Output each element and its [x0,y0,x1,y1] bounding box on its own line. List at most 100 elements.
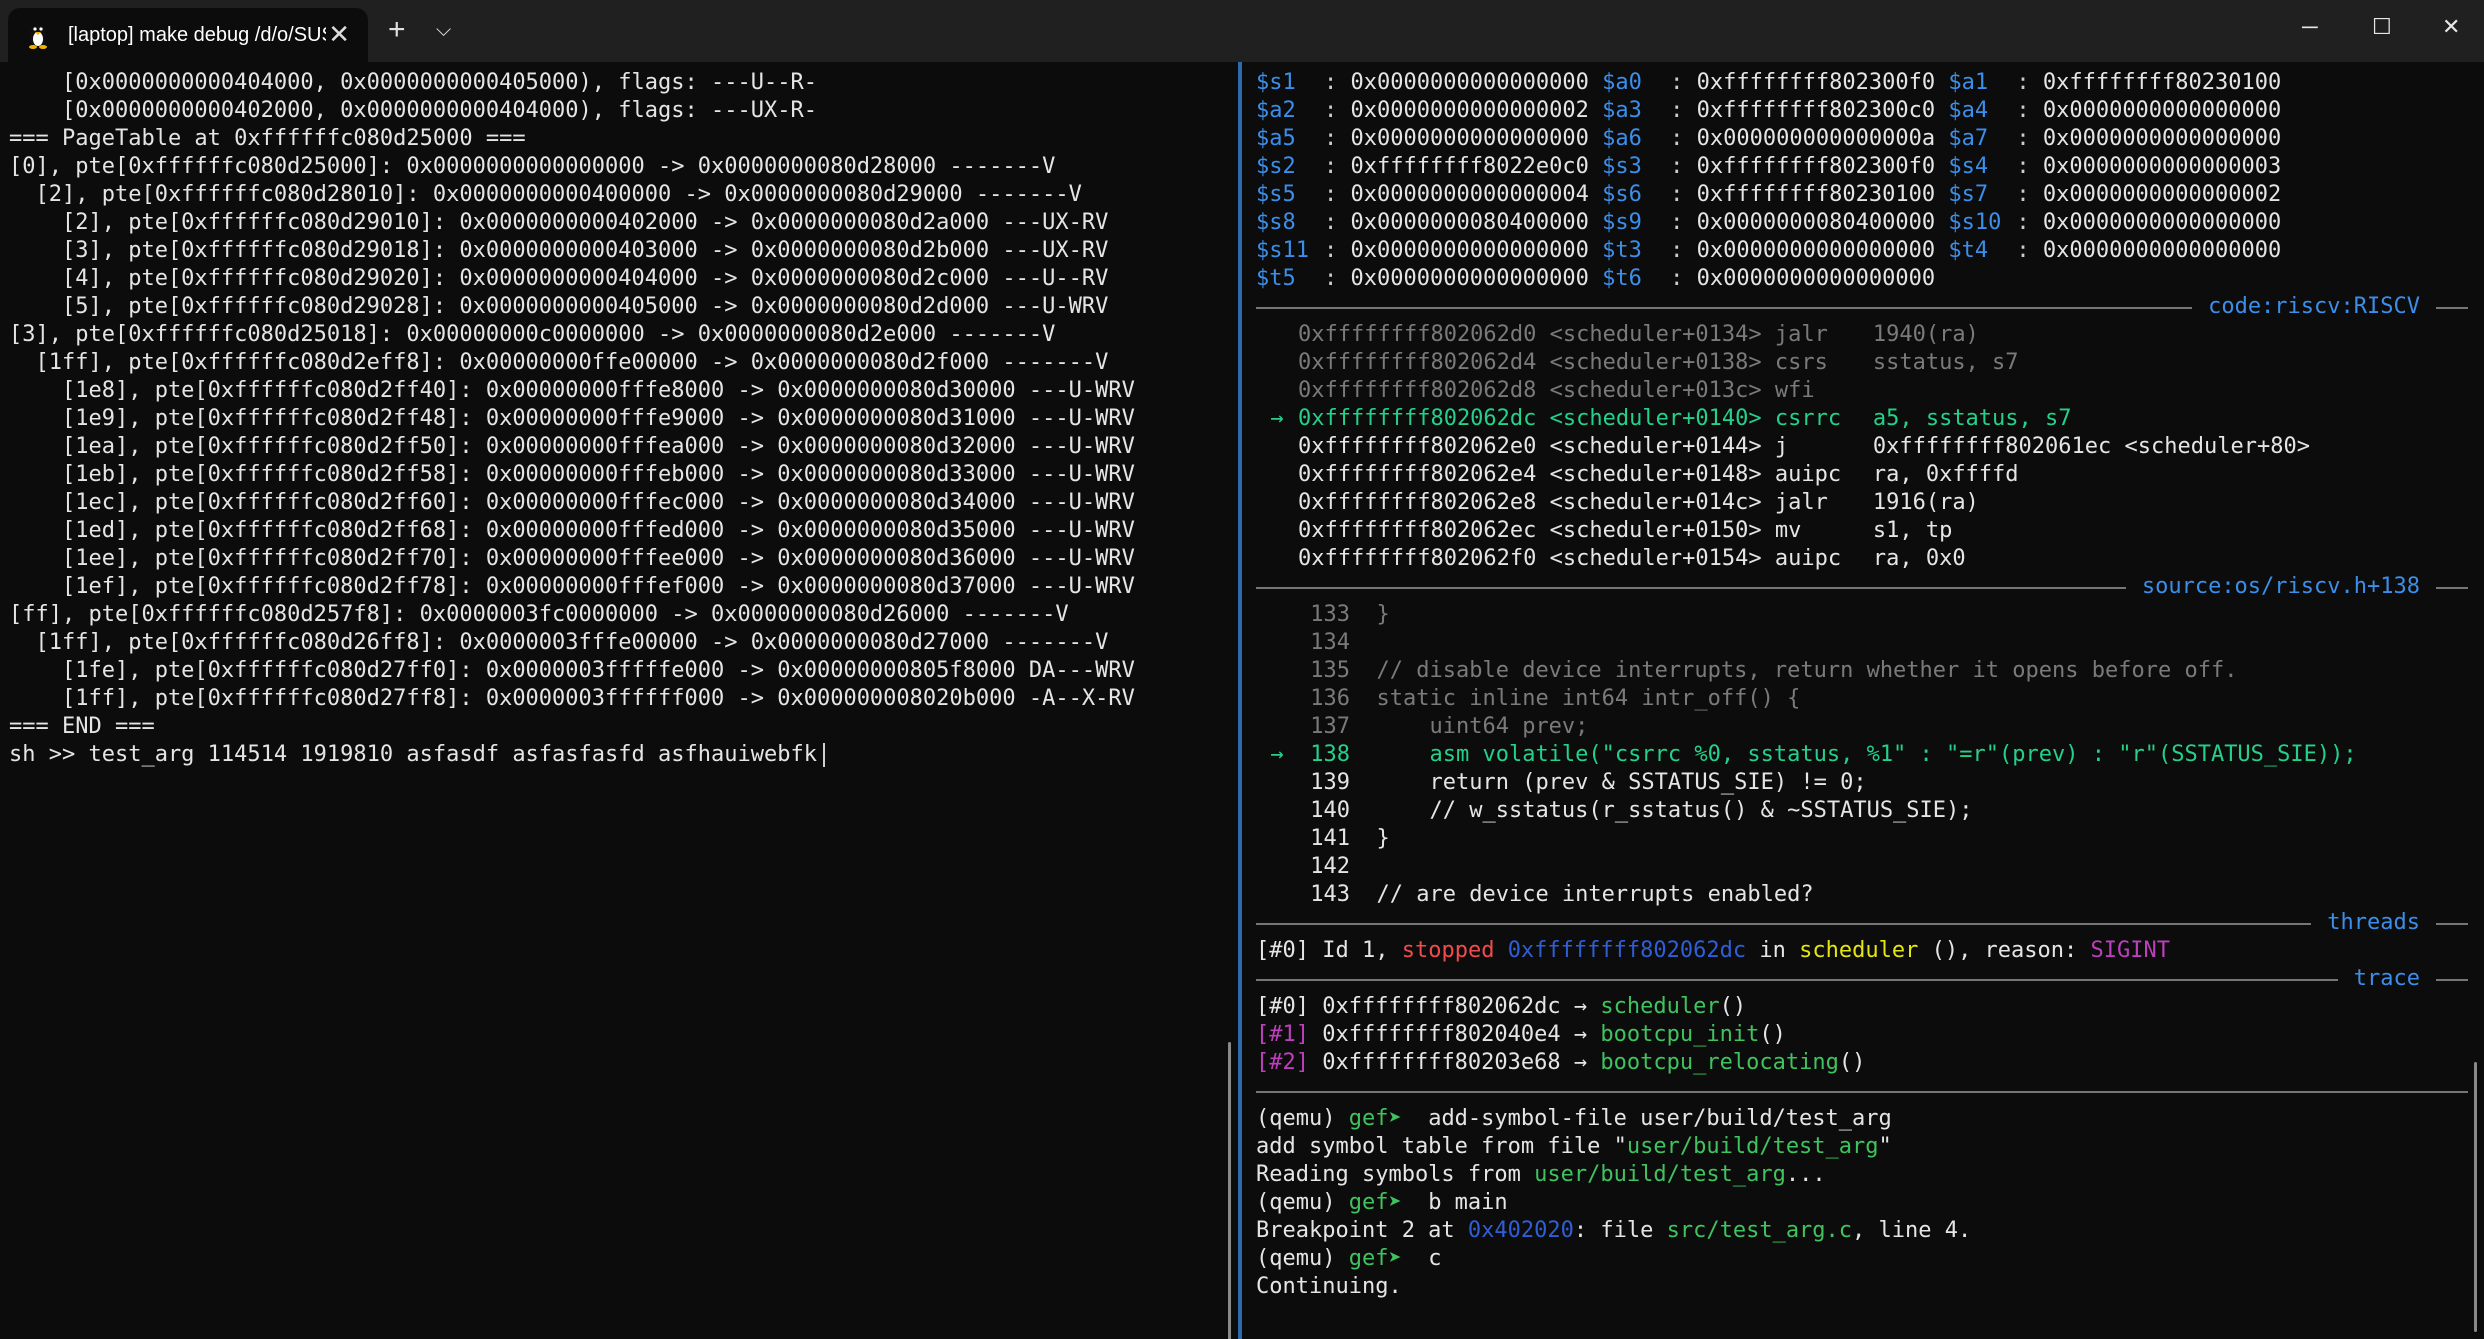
register-value: 0x0000000000000000 [1350,126,1589,151]
console-command: b main [1401,1190,1508,1215]
chevron-down-icon[interactable]: ⌵ [436,12,451,48]
frame-suffix: () [1759,1022,1786,1047]
shell-output-line: [1ff], pte[0xffffffc080d27ff8]: 0x000000… [9,686,1135,711]
register-name: $s5 [1256,182,1296,207]
console-line: add symbol table from file "user/build/t… [1256,1133,2468,1161]
tab-title: [laptop] make debug /d/o/SUS [68,23,326,46]
source-line: 139 return (prev & SSTATUS_SIE) != 0; [1256,769,2468,797]
source-line: 140 // w_sstatus(r_sstatus() & ~SSTATUS_… [1256,797,2468,825]
instruction-address: 0xffffffff802062e8 [1298,490,1537,515]
register-name: $t6 [1602,266,1642,291]
instruction-address: 0xffffffff802062f0 [1298,546,1537,571]
thread-reason: SIGINT [2090,938,2170,963]
output-path: user/build/test_arg [1534,1162,1786,1187]
source-line-text: asm volatile("csrrc %0, sstatus, %1" : "… [1376,742,2357,767]
instruction-operands: ra, 0x0 [1872,546,1966,571]
register-row: $s5: 0x0000000000000004 $s6: 0xffffffff8… [1256,182,2282,207]
instruction-symbol: <scheduler+0144> [1549,434,1762,459]
register-name: $a1 [1948,70,1989,95]
maximize-icon[interactable]: ☐ [2372,14,2392,40]
qemu-prompt: (qemu) [1256,1190,1349,1215]
right-scrollbar[interactable] [2474,1062,2477,1332]
register-value: 0x0000000000000003 [2042,154,2282,179]
frame-arrow: → [1573,1022,1588,1047]
shell-output-line: === PageTable at 0xffffffc080d25000 === [9,126,526,151]
source-line-number: 137 [1310,714,1350,739]
source-line: 143 // are device interrupts enabled? [1256,881,2468,909]
left-terminal-pane[interactable]: [0x0000000000404000, 0x0000000000405000)… [0,62,1238,1339]
qemu-prompt: (qemu) [1256,1246,1349,1271]
register-value: 0x0000000000000000 [2042,210,2282,235]
source-line: 135 // disable device interrupts, return… [1256,657,2468,685]
shell-output-line: [3], pte[0xffffffc080d25018]: 0x00000000… [9,322,1056,347]
register-value: 0xffffffff8022e0c0 [1350,154,1589,179]
minimize-icon[interactable]: ─ [2302,14,2318,40]
register-value: 0x0000000080400000 [1350,210,1589,235]
register-value: 0xffffffff80230100 [1696,182,1936,207]
register-name: $s8 [1256,210,1296,235]
frame-suffix: () [1838,1050,1866,1075]
source-line-text: uint64 prev; [1376,714,1589,739]
gdb-console[interactable]: (qemu) gef➤ add-symbol-file user/build/t… [1256,1105,2468,1301]
current-line-arrow: → [1270,742,1284,767]
source-line-text: } [1376,826,1390,851]
gef-prompt: gef➤ [1348,1190,1402,1215]
plus-icon[interactable]: + [388,12,406,48]
source-line: 134 [1256,629,2468,657]
shell-output-line: === END === [9,714,155,739]
register-name: $t5 [1256,266,1296,291]
register-value: 0x0000000080400000 [1696,210,1936,235]
thread-id: Id 1, [1322,938,1389,963]
text-cursor [822,743,825,767]
left-scrollbar[interactable] [1228,1042,1231,1339]
instruction-opcode: csrs [1774,350,1828,375]
shell-output-line: [0x0000000000402000, 0x0000000000404000)… [9,98,817,123]
shell-output-line: [1ff], pte[0xffffffc080d2eff8]: 0x000000… [9,350,1109,375]
register-value: 0x0000000000000000 [1696,238,1936,263]
disassembly-line: 0xffffffff802062d0 <scheduler+0134> jalr… [1256,321,2468,349]
register-name: $s1 [1256,70,1296,95]
window-close-icon[interactable]: ✕ [2442,14,2460,40]
disassembly-line: 0xffffffff802062d4 <scheduler+0138> csrs… [1256,349,2468,377]
output-path: src/test_arg.c [1666,1218,1853,1243]
register-name: $s4 [1948,154,1989,179]
source-line-number: 136 [1310,686,1350,711]
shell-output-line: [2], pte[0xffffffc080d29010]: 0x00000000… [9,210,1109,235]
register-name: $t4 [1948,238,1989,263]
terminal-tab[interactable]: [laptop] make debug /d/o/SUS ✕ [8,8,368,62]
source-line-text: // are device interrupts enabled? [1376,882,1814,907]
register-value: 0x0000000000000000 [2042,126,2282,151]
instruction-operands: ra, 0xffffd [1872,462,2019,487]
shell-output-line: [1eb], pte[0xffffffc080d2ff58]: 0x000000… [9,462,1135,487]
shell-prompt-line[interactable]: sh >> test_arg 114514 1919810 asfasdf as… [9,741,1135,769]
output-text: add symbol table from file " [1256,1134,1627,1159]
instruction-operands: s1, tp [1872,518,1953,543]
register-value: 0x0000000000000000 [1350,266,1589,291]
register-row: $s8: 0x0000000080400000 $s9: 0x000000008… [1256,210,2282,235]
instruction-symbol: <scheduler+014c> [1549,490,1762,515]
frame-address: 0xffffffff802062dc [1322,994,1561,1019]
instruction-operands: 1940(ra) [1872,322,1979,347]
register-name: $s11 [1256,238,1309,263]
register-value: 0x0000000000000002 [2042,182,2282,207]
instruction-opcode: csrrc [1774,406,1842,431]
register-name: $a6 [1602,126,1642,151]
register-name: $a3 [1602,98,1642,123]
frame-address: 0xffffffff80203e68 [1322,1050,1561,1075]
right-gdb-pane[interactable]: $s1: 0x0000000000000000 $a0: 0xffffffff8… [1242,62,2484,1339]
thread-entry: [#0] Id 1, stopped 0xffffffff802062dc in… [1256,937,2468,965]
console-command: add-symbol-file user/build/test_arg [1401,1106,1892,1131]
register-name: $s6 [1602,182,1642,207]
frame-address: 0xffffffff802040e4 [1322,1022,1561,1047]
disassembly-section: 0xffffffff802062d0 <scheduler+0134> jalr… [1256,321,2468,573]
register-row: $a2: 0x0000000000000002 $a3: 0xffffffff8… [1256,98,2282,123]
source-line: → 138 asm volatile("csrrc %0, sstatus, %1… [1256,741,2468,769]
disassembly-line: 0xffffffff802062e8 <scheduler+014c> jalr… [1256,489,2468,517]
title-bar: [laptop] make debug /d/o/SUS ✕ + ⌵ ─ ☐ ✕ [0,0,2484,62]
instruction-opcode: jalr [1774,490,1828,515]
register-row: $s11: 0x0000000000000000 $t3: 0x00000000… [1256,238,2282,263]
shell-output-line: [1ee], pte[0xffffffc080d2ff70]: 0x000000… [9,546,1135,571]
shell-output-line: [3], pte[0xffffffc080d29018]: 0x00000000… [9,238,1109,263]
instruction-opcode: auipc [1774,546,1842,571]
close-icon[interactable]: ✕ [328,19,350,50]
